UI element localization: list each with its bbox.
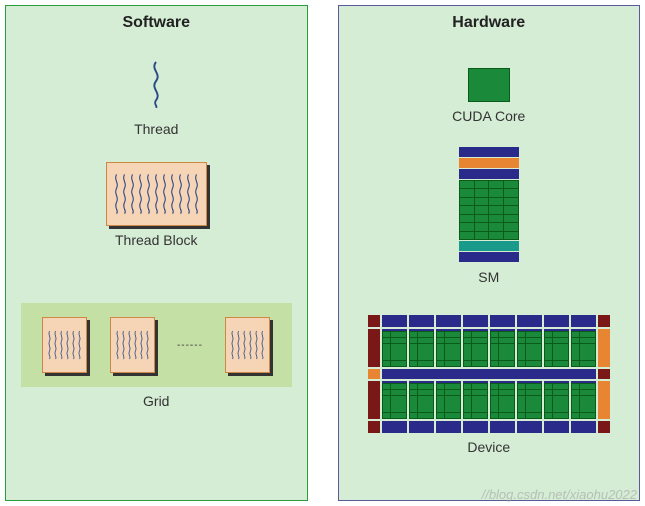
hardware-panel: Hardware CUDA Core SM Device [338, 5, 641, 501]
thread-block-label: Thread Block [115, 232, 197, 248]
cuda-core-label: CUDA Core [452, 108, 525, 124]
device-icon [368, 315, 610, 433]
grid-block [42, 317, 87, 373]
ellipsis-icon: ------ [177, 340, 203, 351]
grid-block [110, 317, 155, 373]
hardware-title: Hardware [452, 14, 525, 32]
cuda-core-icon [468, 68, 510, 102]
software-panel: Software Thread Thread Block ------ Grid [5, 5, 308, 501]
watermark: //blog.csdn.net/xiaohu2022 [482, 487, 637, 502]
device-label: Device [467, 439, 510, 455]
thread-label: Thread [134, 121, 178, 137]
grid-label: Grid [143, 393, 169, 409]
software-title: Software [122, 14, 190, 32]
thread-icon [145, 60, 167, 113]
grid-block [225, 317, 270, 373]
grid-icon: ------ [21, 303, 292, 387]
sm-label: SM [478, 269, 499, 285]
thread-block-icon [106, 162, 207, 226]
sm-icon [459, 146, 519, 263]
